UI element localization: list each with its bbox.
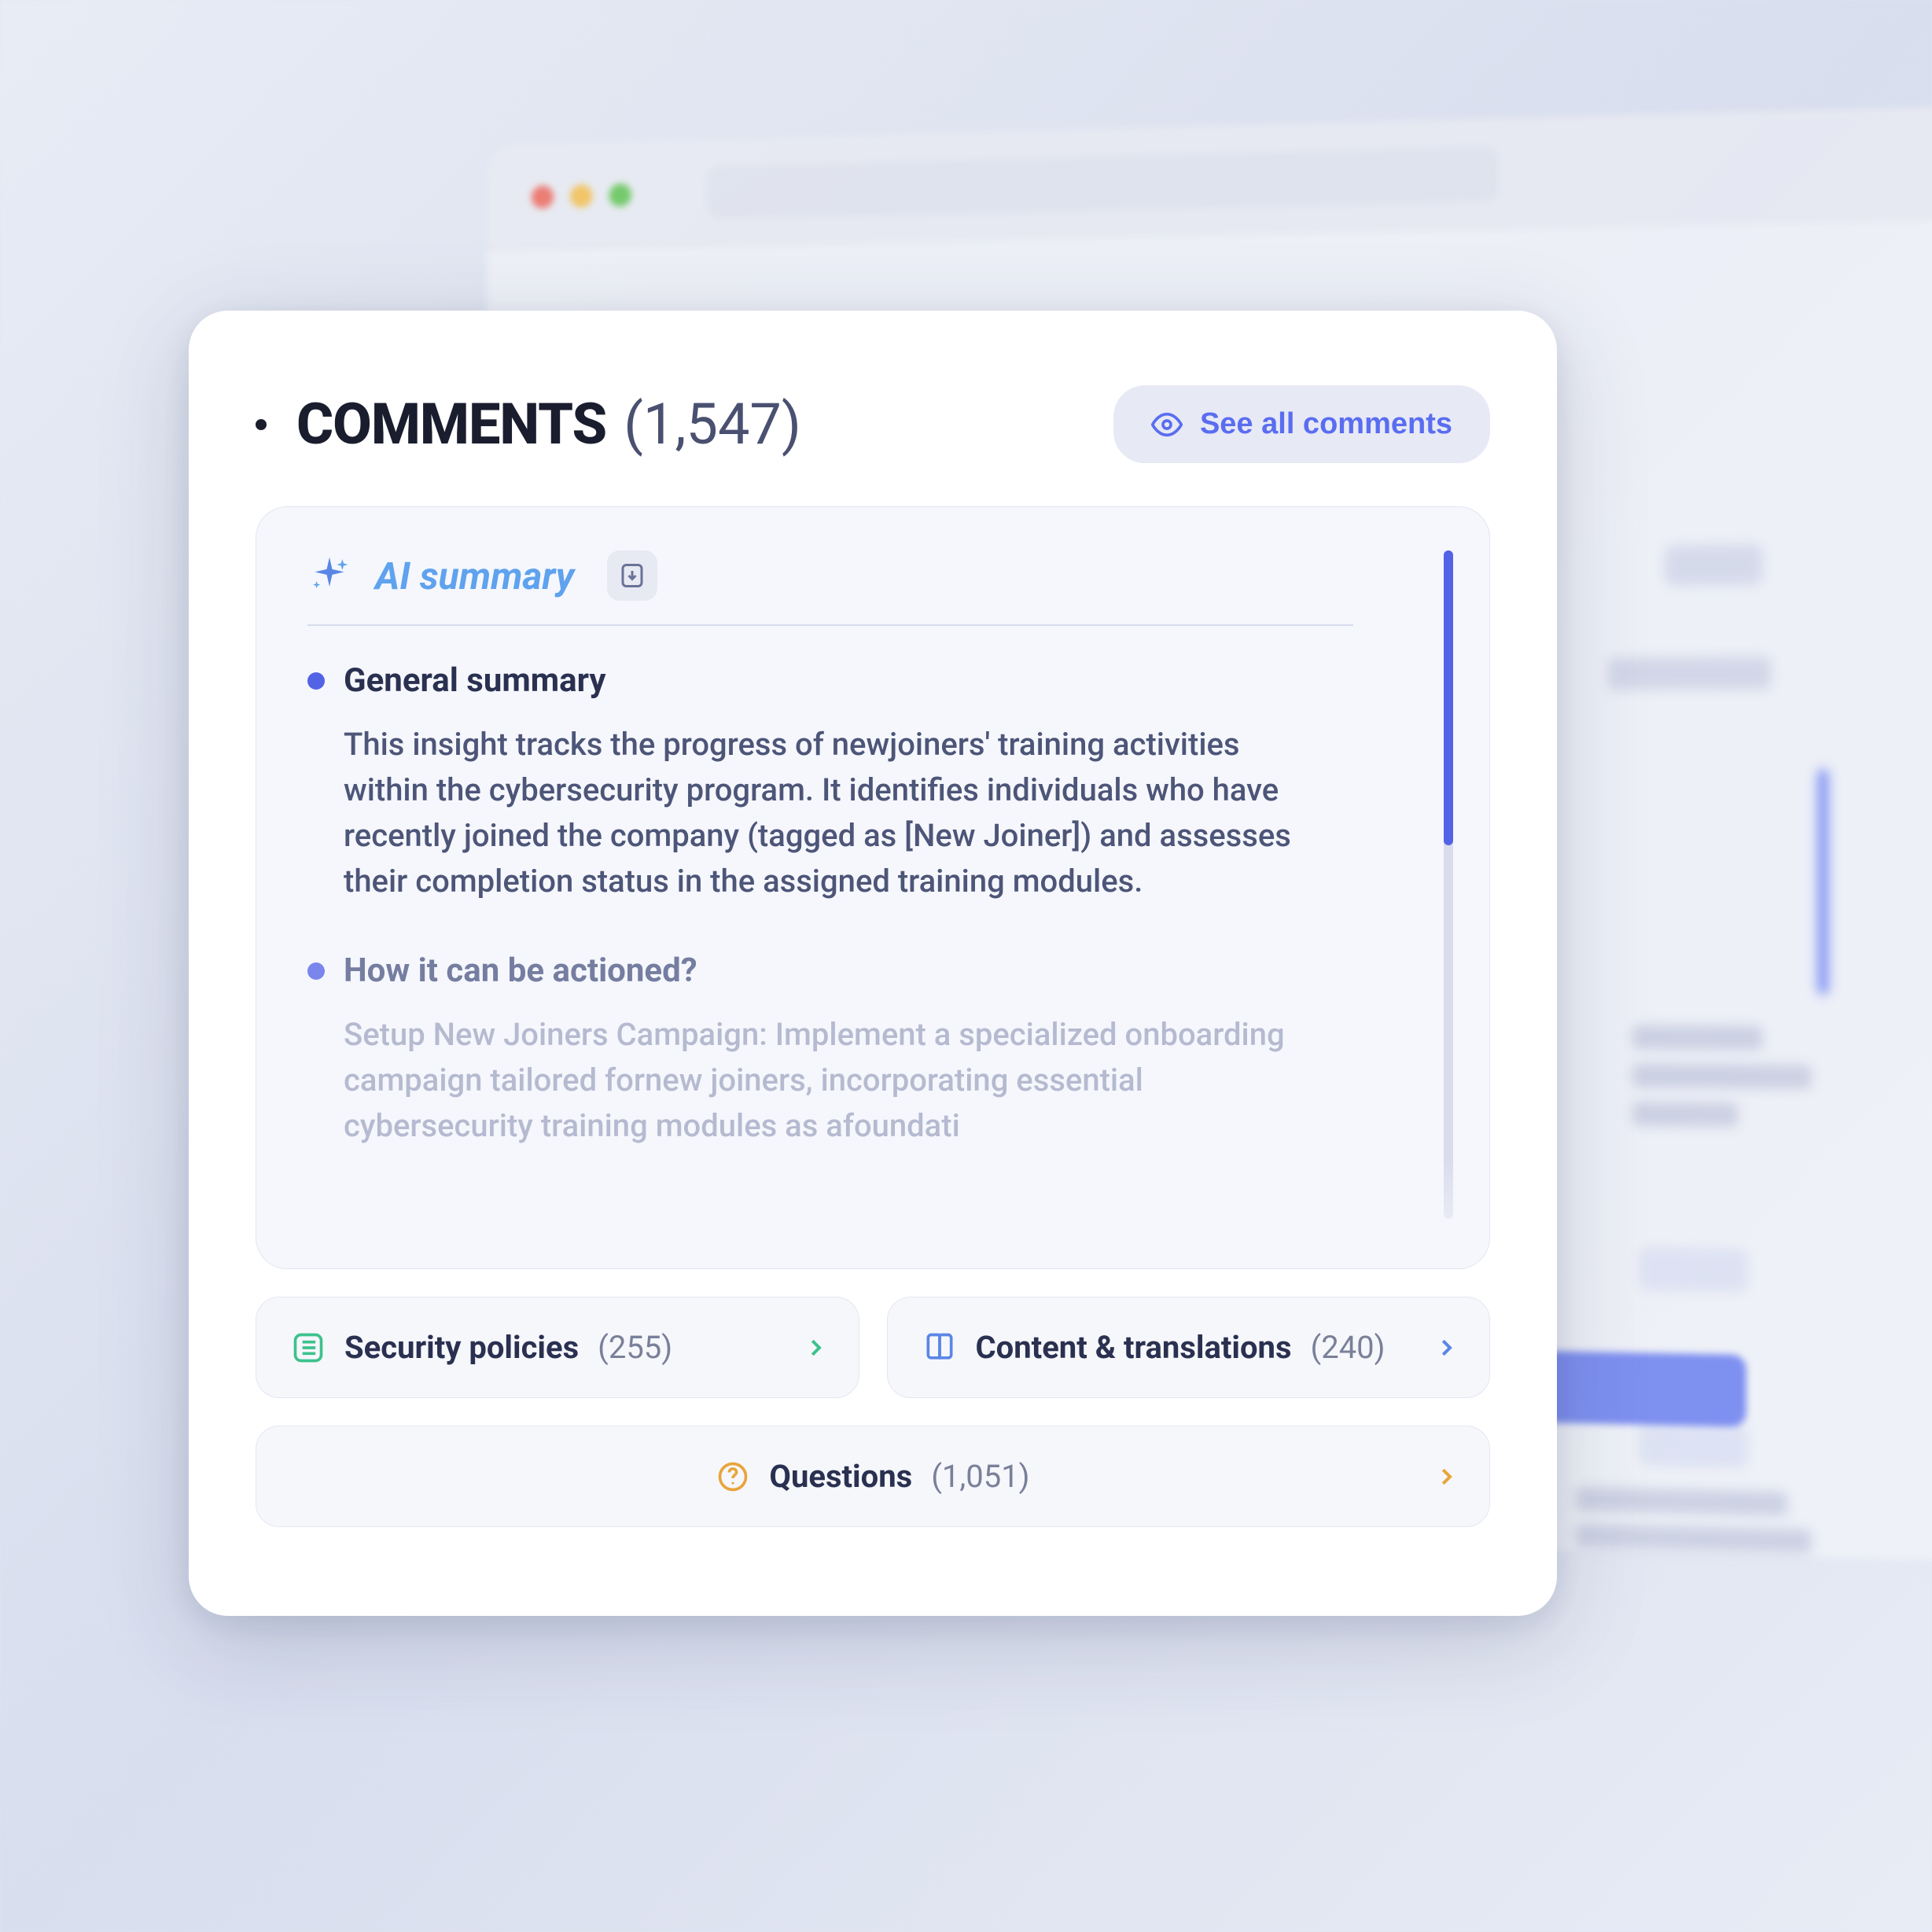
bullet-icon (307, 962, 325, 980)
close-window-icon (532, 186, 554, 209)
section-body: This insight tracks the progress of newj… (344, 722, 1330, 904)
download-icon (618, 561, 646, 590)
divider (307, 624, 1353, 626)
category-count: (240) (1311, 1329, 1386, 1366)
scrollbar-thumb[interactable] (1444, 550, 1453, 845)
minimize-window-icon (570, 184, 593, 208)
ai-summary-title: AI summary (375, 554, 574, 598)
question-icon (716, 1459, 750, 1494)
fade-overlay (256, 1158, 1489, 1268)
see-all-comments-button[interactable]: See all comments (1113, 385, 1490, 463)
security-policies-button[interactable]: Security policies (255) (256, 1297, 859, 1398)
bullet-icon (307, 672, 325, 690)
book-icon (922, 1330, 957, 1365)
maximize-window-icon (609, 183, 631, 207)
sparkle-icon (307, 554, 351, 598)
ai-summary-header: AI summary (307, 550, 1438, 601)
see-all-label: See all comments (1200, 407, 1452, 441)
panel-header: COMMENTS (1,547) See all comments (256, 385, 1490, 463)
eye-icon (1151, 409, 1183, 440)
category-label: Security policies (344, 1329, 579, 1366)
category-label: Questions (769, 1458, 912, 1495)
panel-title: COMMENTS (296, 391, 606, 458)
chevron-right-icon (1434, 1336, 1458, 1360)
section-heading: General summary (344, 661, 606, 700)
background-scrollbar (1818, 769, 1828, 994)
traffic-lights (532, 183, 631, 208)
reply-button-bg (1641, 1249, 1746, 1290)
section-heading: How it can be actioned? (344, 951, 697, 990)
category-label: Content & translations (976, 1329, 1292, 1366)
comments-panel: COMMENTS (1,547) See all comments AI sum… (189, 311, 1557, 1616)
summary-content: General summary This insight tracks the … (307, 661, 1353, 1149)
url-bar (707, 146, 1500, 220)
section-body: Setup New Joiners Campaign: Implement a … (344, 1012, 1330, 1149)
download-summary-button[interactable] (607, 550, 657, 601)
reply-button-bg (1641, 1425, 1746, 1467)
scrollbar-track[interactable] (1444, 550, 1453, 1219)
ai-summary-box: AI summary General summary This insight … (256, 506, 1490, 1269)
content-translations-button[interactable]: Content & translations (240) (887, 1297, 1491, 1398)
bullet-icon (256, 419, 267, 430)
category-count: (255) (598, 1329, 672, 1366)
questions-button[interactable]: Questions (1,051) (256, 1426, 1490, 1527)
chevron-right-icon (804, 1336, 827, 1360)
category-count: (1,051) (931, 1458, 1029, 1495)
panel-count: (1,547) (624, 391, 801, 458)
list-icon (291, 1330, 326, 1365)
chevron-right-icon (1434, 1465, 1458, 1489)
